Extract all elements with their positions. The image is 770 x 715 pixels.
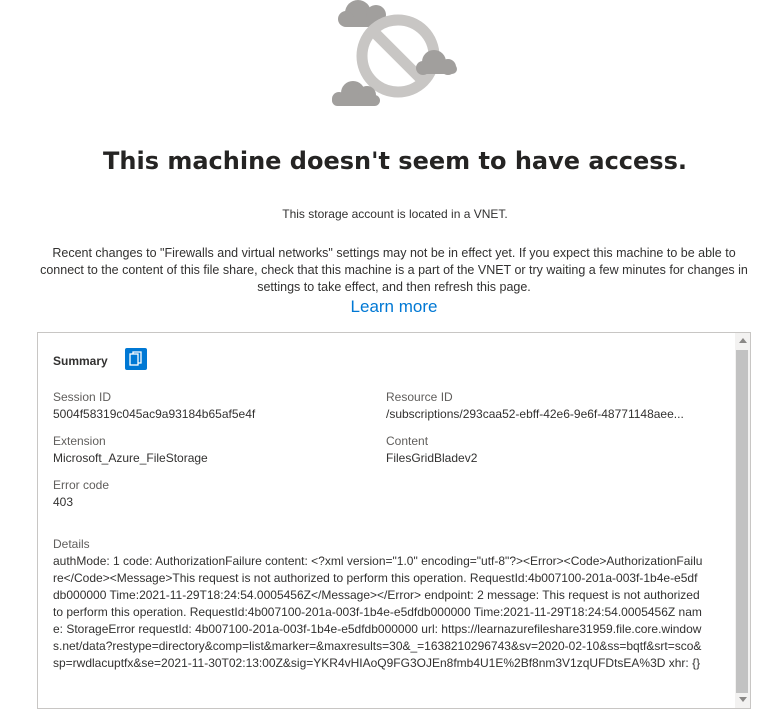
error-code-label: Error code bbox=[53, 478, 110, 492]
summary-heading: Summary bbox=[53, 354, 108, 368]
session-id-value: 5004f58319c045ac9a93184b65af5e4f bbox=[53, 407, 256, 421]
page-title: This machine doesn't seem to have access… bbox=[103, 147, 687, 175]
copy-icon bbox=[129, 351, 142, 366]
vertical-scrollbar[interactable] bbox=[735, 333, 750, 708]
details-label: Details bbox=[53, 537, 90, 551]
scrollbar-thumb[interactable] bbox=[736, 350, 748, 693]
error-code-value: 403 bbox=[53, 495, 74, 509]
scroll-down-arrow-icon[interactable] bbox=[739, 697, 747, 702]
content-value: FilesGridBladev2 bbox=[386, 451, 478, 465]
vnet-message: This storage account is located in a VNE… bbox=[282, 207, 508, 221]
learn-more-link[interactable]: Learn more bbox=[0, 297, 770, 317]
scroll-up-arrow-icon[interactable] bbox=[739, 338, 747, 343]
summary-panel: Summary Session ID 5004f58319c045ac9a931… bbox=[37, 332, 751, 709]
extension-value: Microsoft_Azure_FileStorage bbox=[53, 451, 208, 465]
resource-id-value: /subscriptions/293caa52-ebff-42e6-9e6f-4… bbox=[386, 407, 684, 421]
copy-button[interactable] bbox=[125, 348, 147, 370]
resource-id-label: Resource ID bbox=[386, 390, 453, 404]
details-value: authMode: 1 code: AuthorizationFailure c… bbox=[53, 554, 703, 670]
description-text: Recent changes to "Firewalls and virtual… bbox=[40, 246, 748, 294]
extension-label: Extension bbox=[53, 434, 106, 448]
content-label: Content bbox=[386, 434, 429, 448]
no-access-cloud-icon bbox=[320, 0, 460, 112]
session-id-label: Session ID bbox=[53, 390, 112, 404]
